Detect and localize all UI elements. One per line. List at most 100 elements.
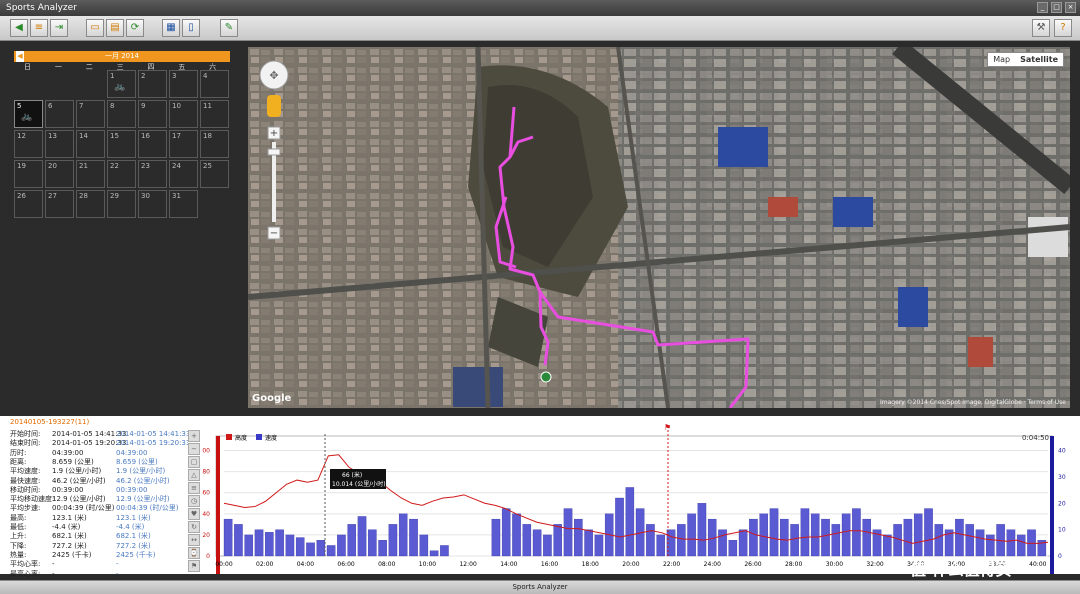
- satellite-type-button[interactable]: Satellite: [1015, 53, 1063, 66]
- calendar-day[interactable]: 27: [45, 190, 74, 218]
- satellite-map[interactable]: ✥ + −: [248, 47, 1070, 408]
- zoom-out-icon[interactable]: −: [188, 443, 200, 455]
- summary-v1: 8.659 (公里): [52, 457, 94, 466]
- activity-title: 20140105-193227(11): [10, 418, 90, 426]
- google-logo: Google: [252, 393, 292, 404]
- summary-label: 最高:: [10, 513, 27, 522]
- pace-toggle-icon[interactable]: ◷: [188, 495, 200, 507]
- prev-month-button[interactable]: ◀: [16, 51, 24, 62]
- calendar-day[interactable]: 20: [45, 160, 74, 188]
- calendar-day[interactable]: 3: [169, 70, 198, 98]
- speed-bar: [512, 513, 521, 557]
- day-number: 24: [172, 162, 181, 170]
- calendar-day[interactable]: 10: [169, 100, 198, 128]
- marker-toggle-icon[interactable]: ⚑: [188, 560, 200, 572]
- activity-chart[interactable]: 00:00 02:00 04:00 06:00 08:00 10:00 12:00 14:00…: [202, 416, 1080, 574]
- fit-icon[interactable]: ▢: [188, 456, 200, 468]
- summary-v1: 00:39:00: [52, 485, 84, 494]
- summary-label: 历时:: [10, 448, 27, 457]
- day-number: 23: [141, 162, 150, 170]
- calendar-day[interactable]: 15: [107, 130, 136, 158]
- speed-bar: [975, 529, 985, 557]
- folder-save-icon[interactable]: ▤: [106, 19, 124, 37]
- x-tick-label: 04:00: [297, 561, 314, 568]
- calendar-day[interactable]: 29: [107, 190, 136, 218]
- calendar-day[interactable]: 11: [200, 100, 229, 128]
- calendar-day[interactable]: 4: [200, 70, 229, 98]
- list-icon[interactable]: ≡: [30, 19, 48, 37]
- cadence-toggle-icon[interactable]: ↻: [188, 521, 200, 533]
- calendar-day[interactable]: 1 🚲: [107, 70, 136, 98]
- flag-marker-icon[interactable]: ⚑: [664, 423, 671, 432]
- close-button[interactable]: ×: [1065, 2, 1076, 13]
- document-icon[interactable]: ▦: [162, 19, 180, 37]
- calendar-day[interactable]: 26: [14, 190, 43, 218]
- settings-icon[interactable]: ✎: [220, 19, 238, 37]
- y-right-tick-label: 20: [1058, 500, 1066, 507]
- maximize-button[interactable]: □: [1051, 2, 1062, 13]
- summary-panel: 20140105-193227(11) 开始时间: 2014-01-05 14:4…: [0, 416, 210, 578]
- sync-icon[interactable]: ⟳: [126, 19, 144, 37]
- altitude-toggle-icon[interactable]: △: [188, 469, 200, 481]
- calendar-day[interactable]: 8: [107, 100, 136, 128]
- speed-bar: [223, 518, 233, 557]
- calendar-day[interactable]: 25: [200, 160, 229, 188]
- calendar-day[interactable]: 19: [14, 160, 43, 188]
- calendar-day[interactable]: 21: [76, 160, 105, 188]
- back-icon[interactable]: ◀: [10, 19, 28, 37]
- calendar-day[interactable]: 24: [169, 160, 198, 188]
- y-right-tick-label: 40: [1058, 448, 1066, 455]
- calendar-day[interactable]: 30: [138, 190, 167, 218]
- summary-label: 距离:: [10, 457, 27, 466]
- day-number: 25: [203, 162, 212, 170]
- map-type-button[interactable]: Map: [988, 53, 1016, 66]
- calendar-day[interactable]: 2: [138, 70, 167, 98]
- minimize-button[interactable]: _: [1037, 2, 1048, 13]
- tools-icon[interactable]: ⚒: [1032, 19, 1050, 37]
- summary-label: 平均步速:: [10, 504, 41, 513]
- title-bar: Sports Analyzer _ □ ×: [0, 0, 1080, 16]
- calendar-day[interactable]: 6: [45, 100, 74, 128]
- calendar-day[interactable]: 16: [138, 130, 167, 158]
- distance-toggle-icon[interactable]: ↔: [188, 534, 200, 546]
- calendar-day[interactable]: 28: [76, 190, 105, 218]
- zoom-handle[interactable]: [267, 148, 281, 156]
- folder-open-icon[interactable]: ▭: [86, 19, 104, 37]
- calendar-day[interactable]: 12: [14, 130, 43, 158]
- speed-toggle-icon[interactable]: ≡: [188, 482, 200, 494]
- toolbar: ◀ ≡ ⇥ ▭ ▤ ⟳ ▦ ▯ ✎ ⚒ ?: [0, 16, 1080, 41]
- help-icon[interactable]: ?: [1054, 19, 1072, 37]
- day-number: 6: [48, 102, 53, 110]
- calendar-day[interactable]: 9: [138, 100, 167, 128]
- app-title: Sports Analyzer: [6, 3, 77, 13]
- speed-bar: [254, 529, 264, 557]
- duration-label: 0:04:50: [1022, 434, 1049, 442]
- time-toggle-icon[interactable]: ⌚: [188, 547, 200, 559]
- device-icon[interactable]: ▯: [182, 19, 200, 37]
- summary-label: 最高心率:: [10, 569, 41, 578]
- x-tick-label: 28:00: [785, 561, 802, 568]
- export-icon[interactable]: ⇥: [50, 19, 68, 37]
- day-number: 10: [172, 102, 181, 110]
- summary-label: 开始时间:: [10, 430, 41, 438]
- speed-bar: [378, 540, 387, 557]
- speed-bar: [306, 542, 315, 557]
- y-left-tick-label: 100: [202, 448, 210, 455]
- map-view[interactable]: ✥ + − Map Satellite Google Imagery ©2014…: [248, 47, 1070, 408]
- calendar-day[interactable]: 13: [45, 130, 74, 158]
- calendar-day[interactable]: 5 🚲: [14, 100, 43, 128]
- street-view-icon[interactable]: [267, 95, 281, 117]
- calendar-day[interactable]: 22: [107, 160, 136, 188]
- heart-toggle-icon[interactable]: ♥: [188, 508, 200, 520]
- calendar-day[interactable]: 31: [169, 190, 198, 218]
- calendar-day[interactable]: 18: [200, 130, 229, 158]
- summary-v2: 00:39:00: [116, 485, 148, 494]
- day-number: 27: [48, 192, 57, 200]
- calendar-day[interactable]: 23: [138, 160, 167, 188]
- zoom-in-icon[interactable]: +: [188, 430, 200, 442]
- calendar-day[interactable]: 17: [169, 130, 198, 158]
- speed-bar: [1027, 529, 1036, 557]
- calendar-day[interactable]: 7: [76, 100, 105, 128]
- svg-text:−: −: [270, 228, 278, 239]
- calendar-day[interactable]: 14: [76, 130, 105, 158]
